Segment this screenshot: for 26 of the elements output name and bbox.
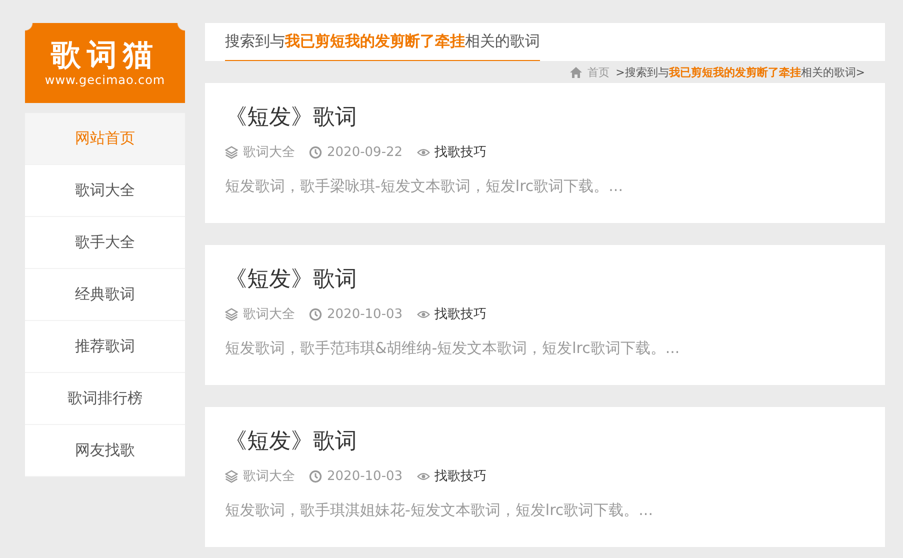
result-tag[interactable]: 找歌技巧 (434, 143, 487, 161)
layers-icon (225, 308, 238, 320)
result-category: 歌词大全 (243, 306, 295, 323)
clock-icon (309, 146, 322, 158)
result-date: 2020-10-03 (327, 306, 403, 322)
result-summary: 短发歌词，歌手琪淇姐妹花-短发文本歌词，短发lrc歌词下载。... (225, 501, 654, 520)
home-icon (570, 66, 582, 78)
layers-icon (225, 470, 238, 482)
breadcrumb-current: >搜索到与我已剪短我的发剪断了牵挂相关的歌词> (616, 64, 865, 80)
clock-icon (309, 308, 322, 320)
result-category: 歌词大全 (243, 144, 295, 161)
clock-icon (309, 470, 322, 482)
result-title[interactable]: 《短发》歌词 (225, 265, 357, 295)
search-heading: 搜索到与我已剪短我的发剪断了牵挂相关的歌词 (225, 23, 540, 61)
result-date: 2020-10-03 (327, 468, 403, 484)
result-title[interactable]: 《短发》歌词 (225, 103, 357, 133)
result-category: 歌词大全 (243, 468, 295, 485)
logo-name: 歌词猫 (51, 39, 159, 73)
layers-icon (225, 146, 238, 158)
result-summary: 短发歌词，歌手范玮琪&胡维纳-短发文本歌词，短发lrc歌词下载。... (225, 339, 681, 358)
result-summary: 短发歌词，歌手梁咏琪-短发文本歌词，短发lrc歌词下载。... (225, 177, 624, 196)
result-title[interactable]: 《短发》歌词 (225, 427, 357, 457)
logo-url: www.gecimao.com (44, 73, 166, 87)
result-tag[interactable]: 找歌技巧 (434, 467, 487, 485)
result-tag[interactable]: 找歌技巧 (434, 305, 487, 323)
result-date: 2020-09-22 (327, 144, 403, 160)
